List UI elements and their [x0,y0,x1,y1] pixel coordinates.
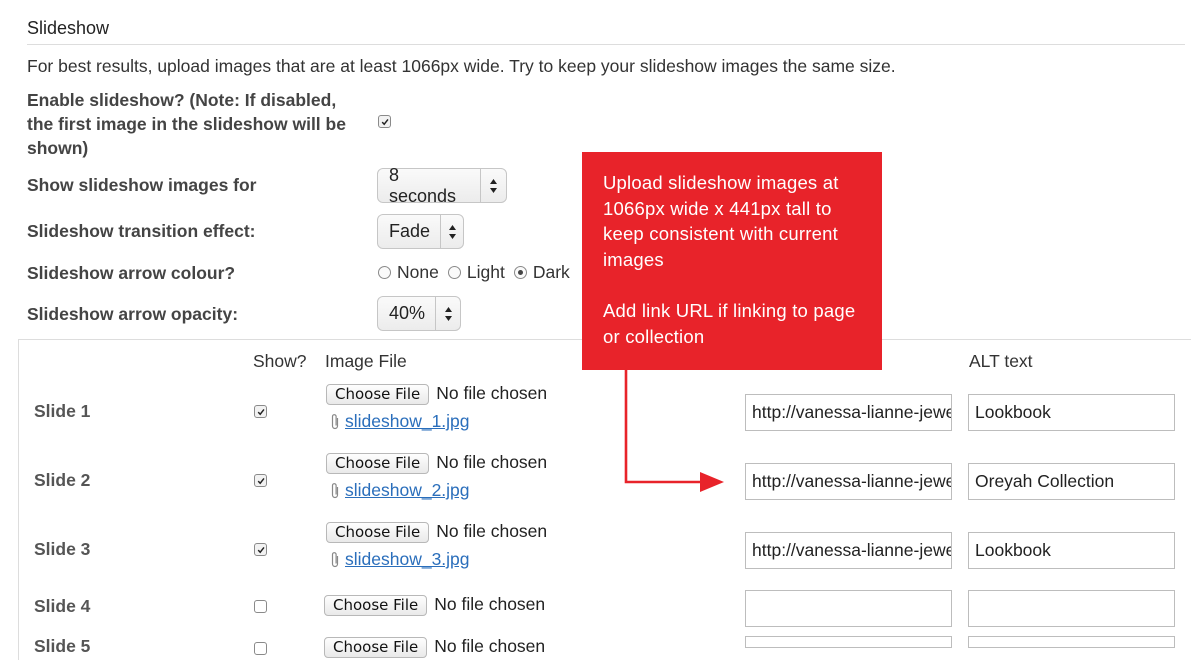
checkmark-icon [257,546,265,553]
column-header-show: Show? [253,351,307,371]
choose-file-button[interactable]: Choose File [324,636,428,658]
no-file-text: No file chosen [434,636,546,656]
checkmark-icon [257,477,265,484]
slide-1-label: Slide 1 [34,401,91,421]
enable-slideshow-checkbox[interactable] [378,115,391,128]
slide-3-alt-input[interactable]: Lookbook [968,532,1175,569]
slide-3-show-checkbox[interactable] [254,543,267,556]
slide-5-label: Slide 5 [34,636,91,656]
slide-3-url-input[interactable]: http://vanessa-lianne-jewellery [745,532,952,569]
slide-2-show-checkbox[interactable] [254,474,267,487]
annotation-callout: Upload slideshow images at 1066px wide x… [582,152,882,370]
no-file-text: No file chosen [436,521,548,541]
slide-4-show-checkbox[interactable] [254,600,267,613]
section-title: Slideshow [27,18,110,38]
slide-5-url-input[interactable] [745,636,952,648]
slide-1-url-input[interactable]: http://vanessa-lianne-jewellery [745,394,952,431]
enable-slideshow-label: Enable slideshow? (Note: If disabled, th… [27,90,346,158]
callout-text-upload: Upload slideshow images at 1066px wide x… [603,172,839,270]
radio-light-label: Light [466,261,505,282]
slide-2-alt-input[interactable]: Oreyah Collection [968,463,1175,500]
radio-light[interactable] [447,265,461,279]
effect-value: Fade [389,221,431,241]
slide-1-file-input: Choose File No file chosen [326,383,547,405]
slide-3-current-file: slideshow_3.jpg [330,549,470,570]
paperclip-icon [331,483,339,499]
radio-none-label: None [397,261,439,282]
opacity-label: Slideshow arrow opacity: [27,304,239,324]
arrow-colour-radios: None Light Dark [378,261,574,283]
no-file-text: No file chosen [436,452,548,472]
slide-5-file-input: Choose File No file chosen [324,636,545,658]
paperclip-icon [331,414,339,430]
duration-value: 8 seconds [389,164,457,206]
updown-arrows-icon [435,297,460,330]
slide-1-show-checkbox[interactable] [254,405,267,418]
checkmark-icon [257,408,265,415]
slide-4-label: Slide 4 [34,596,91,616]
slide-4-url-input[interactable] [745,590,952,627]
updown-arrows-icon [480,169,506,202]
duration-label: Show slideshow images for [27,175,257,195]
radio-none[interactable] [378,265,391,279]
paperclip-icon [331,552,339,568]
slide-5-alt-input[interactable] [968,636,1175,648]
radio-dark[interactable] [513,265,527,279]
slide-1-file-link[interactable]: slideshow_1.jpg [345,411,470,431]
slide-3-file-input: Choose File No file chosen [326,521,547,543]
opacity-select[interactable]: 40% [377,296,461,331]
arrow-colour-label: Slideshow arrow colour? [27,263,236,283]
column-header-alt: ALT text [969,351,1033,371]
choose-file-button[interactable]: Choose File [326,452,430,474]
choose-file-button[interactable]: Choose File [324,594,428,616]
slide-2-label: Slide 2 [34,470,91,490]
duration-select[interactable]: 8 seconds [377,165,507,206]
opacity-value: 40% [389,303,426,323]
slide-2-file-link[interactable]: slideshow_2.jpg [345,480,470,500]
updown-arrows-icon [440,215,463,248]
slide-1-alt-input[interactable]: Lookbook [968,394,1175,431]
slide-2-url-input[interactable]: http://vanessa-lianne-jewellery [745,463,952,500]
title-divider [27,44,1185,45]
no-file-text: No file chosen [434,594,546,614]
callout-text-link: Add link URL if linking to page or colle… [603,300,856,347]
slide-2-current-file: slideshow_2.jpg [330,480,470,501]
effect-select[interactable]: Fade [377,214,464,249]
column-header-image: Image File [325,351,407,371]
slide-4-alt-input[interactable] [968,590,1175,627]
choose-file-button[interactable]: Choose File [326,383,430,405]
no-file-text: No file chosen [436,383,548,403]
intro-text: For best results, upload images that are… [27,56,896,76]
choose-file-button[interactable]: Choose File [326,521,430,543]
annotation-arrow [624,370,724,492]
slide-3-file-link[interactable]: slideshow_3.jpg [345,549,470,569]
slide-3-label: Slide 3 [34,539,91,559]
checkmark-icon [381,118,389,125]
slide-5-show-checkbox[interactable] [254,642,267,655]
slide-4-file-input: Choose File No file chosen [324,594,545,616]
effect-label: Slideshow transition effect: [27,221,256,241]
slide-2-file-input: Choose File No file chosen [326,452,547,474]
radio-dark-label: Dark [532,261,570,282]
slide-1-current-file: slideshow_1.jpg [330,411,470,432]
